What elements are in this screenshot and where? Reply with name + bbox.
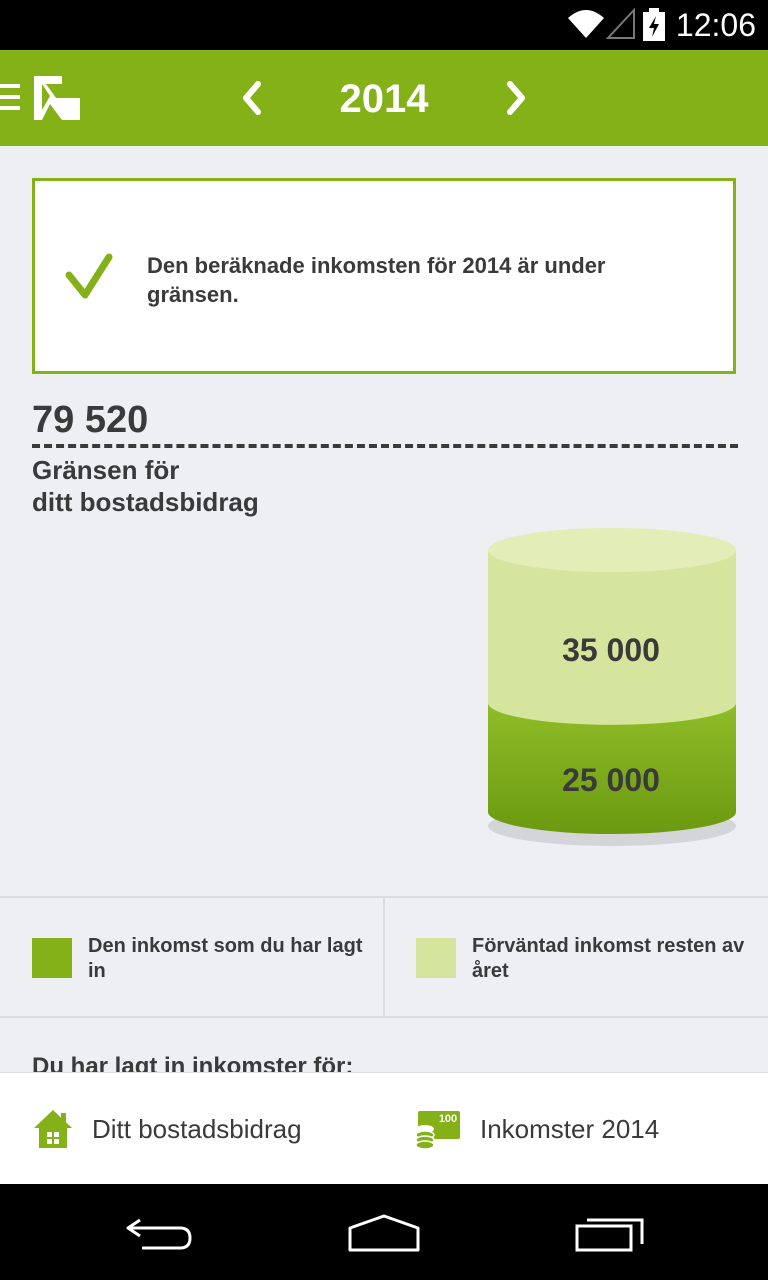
legend-swatch-entered [32, 938, 72, 978]
nav-income[interactable]: 100 Inkomster 2014 [414, 1073, 659, 1185]
nav-housing-allowance[interactable]: Ditt bostadsbidrag [32, 1073, 302, 1185]
legend-swatch-expected [416, 938, 456, 978]
back-icon[interactable] [124, 1214, 194, 1254]
recents-icon[interactable] [574, 1214, 646, 1254]
legend-divider [383, 898, 385, 1016]
battery-icon [643, 8, 665, 41]
limit-line [32, 444, 738, 448]
status-bar: 12:06 [0, 0, 768, 50]
checkmark-icon [65, 253, 113, 299]
wifi-icon [568, 10, 604, 38]
clock: 12:06 [675, 7, 756, 43]
limit-label: Gränsen för ditt bostadsbidrag [32, 454, 432, 518]
home-nav-icon[interactable] [346, 1214, 422, 1254]
status-message: Den beräknade inkomsten för 2014 är unde… [147, 253, 606, 307]
nav-income-label: Inkomster 2014 [480, 1113, 660, 1144]
limit-value: 79 520 [32, 399, 149, 441]
chart-legend: Den inkomst som du har lagt in Förväntad… [0, 896, 768, 1018]
signal-icon [606, 8, 635, 39]
nav-housing-allowance-label: Ditt bostadsbidrag [92, 1113, 302, 1144]
money-icon: 100 [415, 1111, 460, 1149]
bottom-nav: Ditt bostadsbidrag 100 Inkomster 2014 [0, 1072, 768, 1185]
data-label-expected-income: 35 000 [562, 632, 660, 668]
year-title: 2014 [339, 77, 429, 121]
legend-label-entered: Den inkomst som du har lagt in [88, 935, 363, 982]
system-nav-bar [0, 1184, 768, 1280]
chevron-left-icon[interactable] [236, 78, 268, 118]
house-icon [34, 1110, 72, 1148]
limit-label-line1: Gränsen för [32, 455, 180, 485]
app-bar: 2014 [0, 50, 768, 146]
limit-label-line2: ditt bostadsbidrag [32, 487, 259, 517]
data-label-entered-income: 25 000 [562, 762, 660, 798]
income-cylinder-chart [488, 528, 736, 846]
status-card: Den beräknade inkomsten för 2014 är unde… [32, 178, 736, 374]
bar-expected-income-top [488, 528, 736, 572]
legend-label-expected: Förväntad inkomst resten av året [472, 935, 745, 982]
logo-icon[interactable] [32, 74, 82, 122]
menu-icon[interactable] [0, 84, 22, 114]
money-icon-badge: 100 [439, 1113, 457, 1125]
chevron-right-icon[interactable] [500, 78, 532, 118]
